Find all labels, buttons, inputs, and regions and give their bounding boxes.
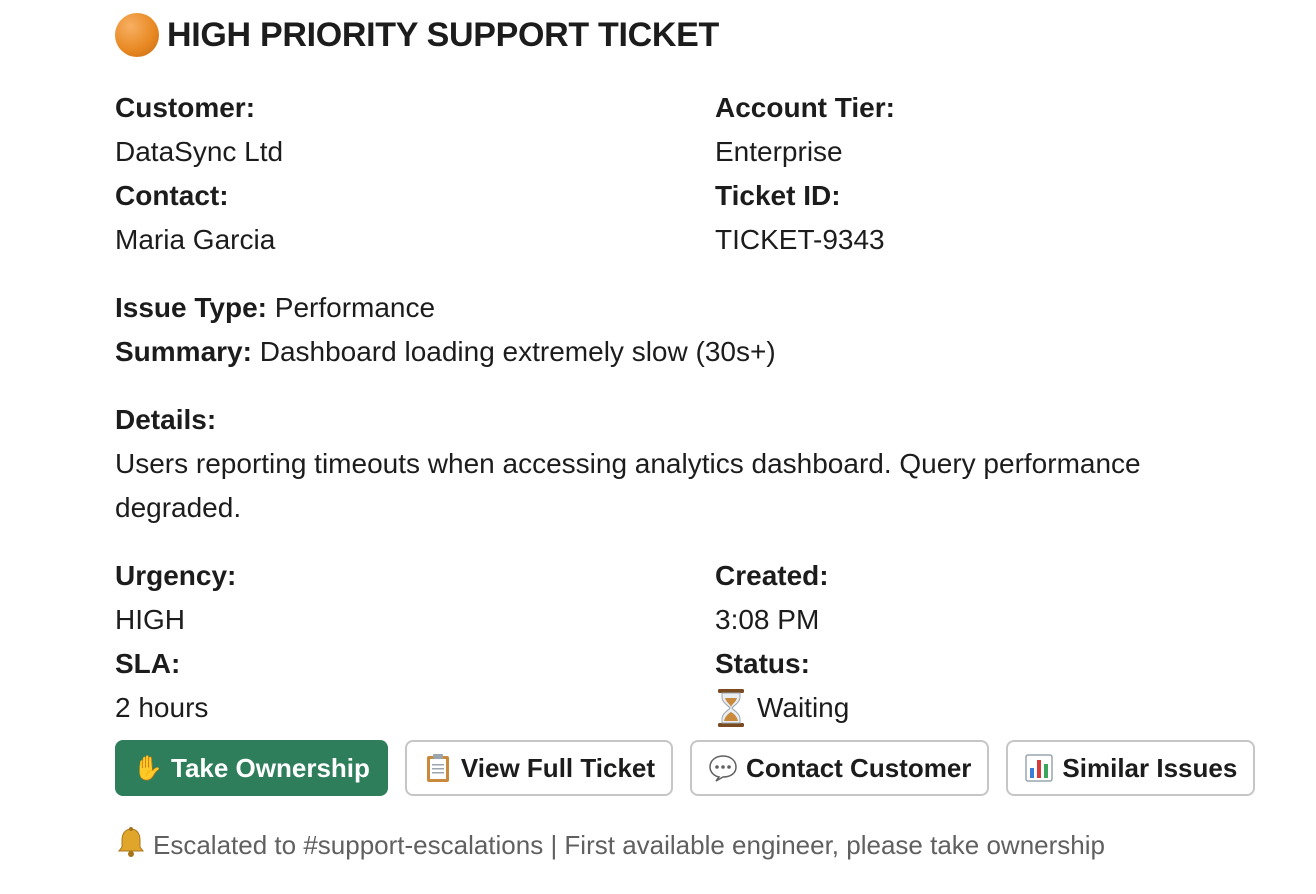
ticket-id-label: Ticket ID: (715, 180, 841, 211)
view-full-ticket-label: View Full Ticket (460, 752, 656, 783)
customer-value: DataSync Ltd (115, 136, 284, 167)
contact-customer-button[interactable]: Contact Customer (690, 740, 990, 796)
status-label: Status: (715, 648, 810, 679)
contact-value: Maria Garcia (115, 224, 276, 255)
ticket-header: HIGH PRIORITY SUPPORT TICKET (115, 0, 1265, 70)
created-label: Created: (715, 560, 829, 591)
urgency-value: HIGH (115, 604, 185, 635)
sla-field: SLA: 2 hours (115, 642, 715, 730)
summary-label: Summary: (115, 336, 252, 367)
status-value: Waiting (757, 692, 850, 723)
contact-customer-label: Contact Customer (746, 752, 972, 783)
issue-type-label: Issue Type: (115, 292, 267, 323)
status-fields: Urgency: HIGH Created: 3:08 PM SLA: 2 ho… (115, 554, 1265, 730)
contact-field: Contact: Maria Garcia (115, 174, 715, 262)
view-full-ticket-button[interactable]: View Full Ticket (404, 740, 674, 796)
status-field: Status: Waiting (715, 642, 1265, 730)
issue-type-line: Issue Type: Performance (115, 286, 1265, 330)
sla-label: SLA: (115, 648, 181, 679)
raised-hand-icon: ✋ (133, 754, 163, 782)
contact-label: Contact: (115, 180, 229, 211)
urgency-field: Urgency: HIGH (115, 554, 715, 642)
created-value: 3:08 PM (715, 604, 820, 635)
issue-type-value: Performance (266, 292, 436, 323)
status-value-row: Waiting (715, 686, 1265, 730)
ticket-id-field: Ticket ID: TICKET-9343 (715, 174, 1265, 262)
take-ownership-button[interactable]: ✋ Take Ownership (115, 740, 388, 796)
hourglass-icon (718, 689, 744, 727)
clipboard-icon (423, 753, 453, 783)
issue-section: Issue Type: Performance Summary: Dashboa… (115, 286, 1265, 374)
ticket-id-value: TICKET-9343 (715, 224, 885, 255)
customer-field: Customer: DataSync Ltd (115, 86, 715, 174)
account-tier-field: Account Tier: Enterprise (715, 86, 1265, 174)
details-text: Users reporting timeouts when accessing … (115, 448, 1141, 523)
footer-text: Escalated to #support-escalations | Firs… (153, 830, 1105, 860)
ticket-card: HIGH PRIORITY SUPPORT TICKET Customer: D… (115, 0, 1265, 865)
bar-chart-icon (1024, 753, 1054, 783)
similar-issues-label: Similar Issues (1062, 752, 1238, 783)
sla-value: 2 hours (115, 692, 209, 723)
orange-circle-icon (115, 13, 159, 57)
similar-issues-button[interactable]: Similar Issues (1006, 740, 1256, 796)
summary-line: Summary: Dashboard loading extremely slo… (115, 330, 1265, 374)
customer-label: Customer: (115, 92, 256, 123)
take-ownership-label: Take Ownership (171, 752, 370, 783)
footer-context: Escalated to #support-escalations | Firs… (115, 826, 1265, 865)
bell-icon (115, 826, 147, 865)
urgency-label: Urgency: (115, 560, 237, 591)
account-tier-label: Account Tier: (715, 92, 895, 123)
details-label: Details: (115, 404, 217, 435)
action-buttons: ✋ Take Ownership View Full Ticket Contac… (115, 740, 1265, 796)
account-tier-value: Enterprise (715, 136, 843, 167)
speech-bubble-icon (708, 753, 738, 783)
ticket-fields: Customer: DataSync Ltd Account Tier: Ent… (115, 86, 1265, 262)
details-section: Details: Users reporting timeouts when a… (115, 398, 1265, 530)
ticket-title: HIGH PRIORITY SUPPORT TICKET (167, 15, 720, 54)
created-field: Created: 3:08 PM (715, 554, 1265, 642)
summary-value: Dashboard loading extremely slow (30s+) (251, 336, 776, 367)
